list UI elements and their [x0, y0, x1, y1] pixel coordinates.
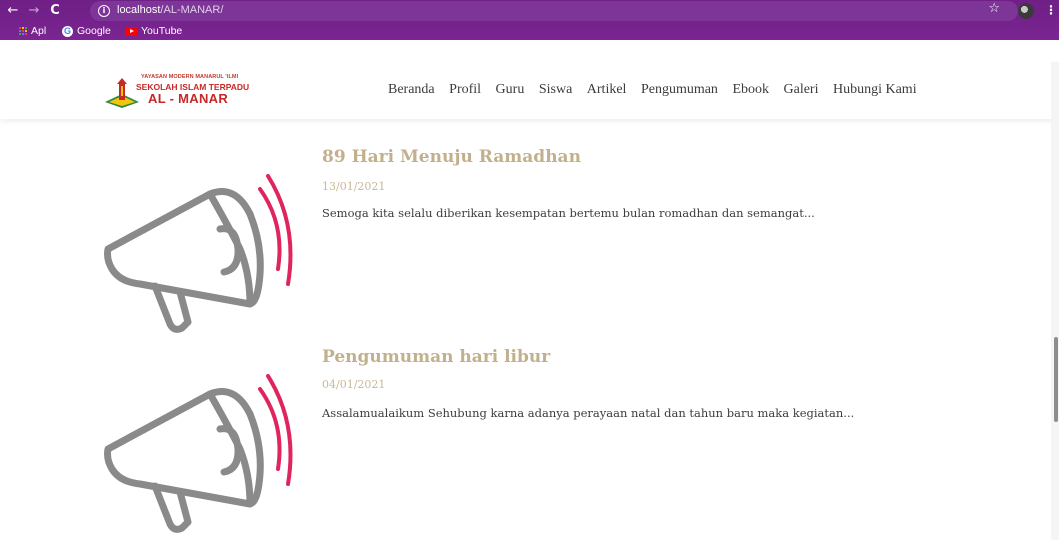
megaphone-icon	[104, 174, 293, 333]
back-arrow-icon[interactable]: ←	[4, 2, 22, 20]
url-text[interactable]: localhost/AL-MANAR/	[117, 4, 223, 16]
nav-pengumuman[interactable]: Pengumuman	[641, 82, 718, 102]
bookmark-google[interactable]: G Google	[62, 24, 111, 38]
site-logo[interactable]: YAYASAN MODERN MANARUL 'ILMI SEKOLAH ISL…	[103, 74, 253, 114]
announcement-item: Pengumuman hari libur 04/01/2021 Assalam…	[0, 340, 1040, 540]
bookmark-label: Google	[77, 25, 111, 37]
url-host: localhost	[117, 4, 161, 16]
nav-guru[interactable]: Guru	[496, 82, 525, 102]
nav-profil[interactable]: Profil	[449, 82, 481, 102]
announcement-date: 04/01/2021	[322, 378, 386, 391]
nav-siswa[interactable]: Siswa	[539, 82, 572, 102]
announcement-item: 89 Hari Menuju Ramadhan 13/01/2021 Semog…	[0, 140, 1040, 340]
nav-artikel[interactable]: Artikel	[587, 82, 627, 102]
bookmark-youtube[interactable]: YouTube	[125, 24, 182, 38]
apps-grid-icon	[19, 27, 27, 35]
url-path: /AL-MANAR/	[160, 4, 224, 16]
address-bar[interactable]: i localhost/AL-MANAR/ ☆	[90, 1, 1018, 21]
bookmark-apps[interactable]: Apl	[19, 24, 46, 38]
announcement-date: 13/01/2021	[322, 180, 386, 193]
reload-icon[interactable]: C	[46, 2, 64, 20]
logo-foundation-text: YAYASAN MODERN MANARUL 'ILMI	[141, 74, 239, 80]
nav-hubungi-kami[interactable]: Hubungi Kami	[833, 82, 917, 102]
info-icon[interactable]: i	[98, 5, 110, 17]
site-header: YAYASAN MODERN MANARUL 'ILMI SEKOLAH ISL…	[0, 62, 1059, 119]
page-scrollbar-thumb[interactable]	[1054, 337, 1058, 422]
logo-name-text: AL - MANAR	[148, 91, 229, 106]
profile-avatar[interactable]	[1018, 3, 1034, 19]
page-scrollbar-track[interactable]	[1051, 62, 1059, 540]
main-nav: Beranda Profil Guru Siswa Artikel Pengum…	[388, 82, 931, 102]
megaphone-icon	[104, 374, 293, 533]
nav-galeri[interactable]: Galeri	[784, 82, 819, 102]
bookmark-label: YouTube	[141, 25, 183, 37]
browser-chrome: ← → C i localhost/AL-MANAR/ ☆ ⋮ Apl G Go…	[0, 0, 1059, 40]
nav-beranda[interactable]: Beranda	[388, 82, 435, 102]
announcement-title[interactable]: Pengumuman hari libur	[322, 347, 550, 367]
bookmark-label: Apl	[31, 25, 47, 37]
google-icon: G	[62, 25, 73, 37]
forward-arrow-icon[interactable]: →	[25, 2, 43, 20]
announcement-title[interactable]: 89 Hari Menuju Ramadhan	[322, 147, 581, 167]
announcement-excerpt: Semoga kita selalu diberikan kesempatan …	[322, 206, 815, 220]
announcement-excerpt: Assalamualaikum Sehubung karna adanya pe…	[322, 406, 855, 420]
menu-kebab-icon[interactable]: ⋮	[1045, 3, 1057, 17]
youtube-icon	[125, 26, 137, 36]
address-bar-row: ← → C i localhost/AL-MANAR/ ☆ ⋮	[0, 0, 1059, 22]
bookmark-star-icon[interactable]: ☆	[988, 1, 1000, 16]
bookmarks-bar: Apl G Google YouTube	[0, 22, 1059, 40]
nav-ebook[interactable]: Ebook	[732, 82, 769, 102]
